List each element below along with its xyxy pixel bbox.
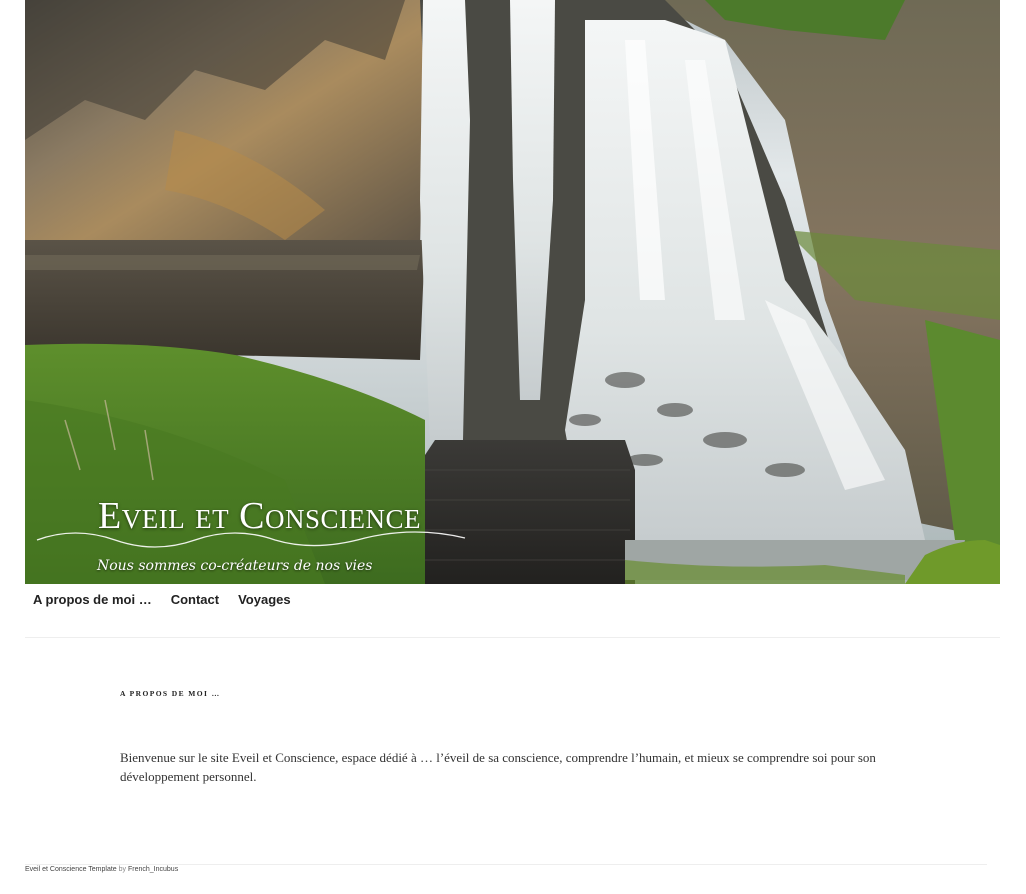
nav-item-voyages[interactable]: Voyages bbox=[228, 584, 300, 607]
site-footer: Eveil et Conscience Template by French_I… bbox=[25, 866, 178, 873]
nav-item-contact[interactable]: Contact bbox=[161, 584, 228, 607]
footer-author-link[interactable]: French_Incubus bbox=[128, 866, 178, 873]
footer-template-link[interactable]: Eveil et Conscience Template bbox=[25, 866, 117, 873]
main-navigation: A propos de moi … Contact Voyages bbox=[25, 584, 1000, 638]
site-title[interactable]: Eveil et Conscience bbox=[98, 494, 421, 538]
header-image: Eveil et Conscience Nous sommes co-créat… bbox=[25, 0, 1000, 584]
page-title: A propos de moi … bbox=[120, 689, 221, 698]
page-body: Bienvenue sur le site Eveil et Conscienc… bbox=[120, 750, 876, 784]
nav-item-a-propos[interactable]: A propos de moi … bbox=[25, 584, 161, 607]
footer-by-text: by bbox=[116, 866, 128, 873]
nav-menu: A propos de moi … Contact Voyages bbox=[25, 584, 1000, 607]
footer-divider bbox=[25, 864, 987, 865]
site-tagline: Nous sommes co-créateurs de nos vies bbox=[97, 558, 373, 574]
